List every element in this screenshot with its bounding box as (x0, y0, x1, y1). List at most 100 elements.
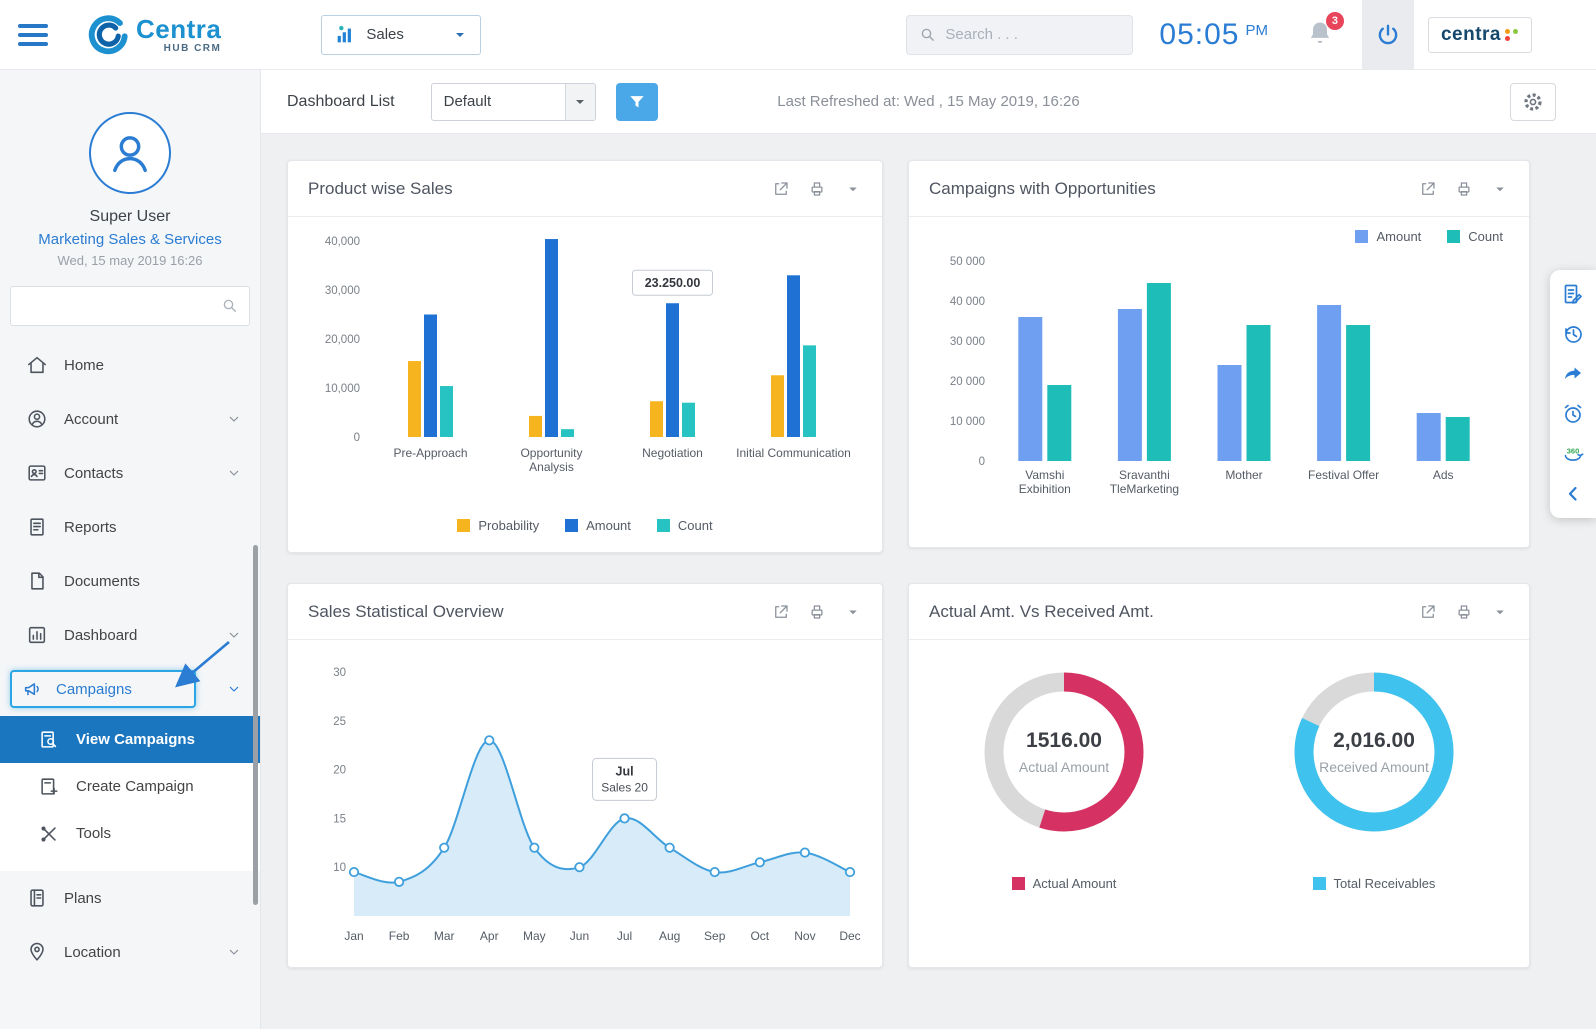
filter-button[interactable] (615, 82, 658, 121)
user-name: Super User (89, 208, 171, 225)
sidebar-item-label: View Campaigns (76, 731, 195, 748)
print-icon[interactable] (1455, 603, 1473, 621)
legend-label: Count (1468, 228, 1503, 244)
campaigns-icon (22, 678, 44, 700)
collapse-dock-icon[interactable] (1561, 482, 1585, 506)
card-title: Sales Statistical Overview (308, 601, 504, 621)
open-external-icon[interactable] (772, 603, 790, 621)
sidebar-item-plans[interactable]: Plans (0, 871, 260, 925)
legend-label: Amount (586, 518, 631, 533)
chevron-down-icon[interactable] (1491, 180, 1509, 198)
sidebar-item-label: Account (64, 410, 119, 428)
sidebar-item-home[interactable]: Home (0, 338, 260, 392)
open-external-icon[interactable] (1419, 180, 1437, 198)
svg-text:Jun: Jun (570, 929, 589, 943)
legend-item-count[interactable]: Count (1447, 229, 1503, 244)
sidebar-item-label: Location (64, 943, 121, 961)
global-search[interactable] (906, 14, 1134, 55)
svg-text:10 000: 10 000 (950, 416, 985, 428)
sidebar-item-documents[interactable]: Documents (0, 554, 260, 608)
chart-legend: Probability Amount Count (308, 518, 862, 533)
chevron-down-icon (564, 83, 595, 120)
location-icon (26, 941, 48, 963)
legend-item-probability[interactable]: Probability (457, 518, 539, 533)
reports-icon (26, 516, 48, 538)
sidebar-item-campaigns[interactable]: Campaigns (0, 662, 260, 716)
open-external-icon[interactable] (772, 180, 790, 198)
activity-log-icon[interactable] (1561, 282, 1585, 306)
history-icon[interactable] (1561, 322, 1585, 346)
sidebar-item-view-campaigns[interactable]: View Campaigns (0, 716, 260, 763)
sidebar-item-label: Home (64, 356, 105, 374)
sidebar-item-label: Dashboard (64, 626, 138, 644)
chevron-down-icon[interactable] (844, 603, 862, 621)
plans-icon (26, 887, 48, 909)
print-icon[interactable] (808, 603, 826, 621)
svg-text:30,000: 30,000 (325, 285, 360, 297)
logo-subtitle: HUB CRM (163, 42, 222, 54)
view-campaigns-icon (38, 729, 60, 751)
legend-item-amount[interactable]: Amount (1355, 229, 1421, 244)
legend-label: Actual Amount (1032, 876, 1117, 891)
sidebar-item-label: Plans (64, 889, 102, 907)
sidebar-item-reports[interactable]: Reports (0, 500, 260, 554)
dashboard-content: Product wise Sales 0 10,000 20,000 30,000 40… (261, 134, 1596, 968)
sidebar-scrollbar[interactable] (253, 545, 258, 905)
chevron-down-icon[interactable] (1491, 603, 1509, 621)
legend-swatch (565, 519, 579, 532)
svg-text:40,000: 40,000 (325, 236, 360, 248)
chevron-down-icon (452, 27, 468, 43)
legend-swatch (457, 519, 471, 532)
sidebar-item-account[interactable]: Account (0, 392, 260, 446)
svg-text:15: 15 (333, 813, 346, 825)
print-icon[interactable] (1455, 180, 1473, 198)
reminder-icon[interactable] (1561, 402, 1585, 426)
card-sales-statistical-overview: Sales Statistical Overview 10 15 20 25 30 Jan… (287, 583, 883, 968)
centrahub-logo: Centra HUB CRM (86, 13, 221, 57)
last-refreshed: Last Refreshed at: Wed , 15 May 2019, 16… (777, 93, 1080, 110)
sidebar: Super User Marketing Sales & Services We… (0, 70, 261, 1029)
sidebar-item-label: Documents (64, 572, 140, 590)
sidebar-menu: Home Account Contacts Reports Documents Dashb… (0, 338, 260, 979)
svg-text:Aug: Aug (659, 929, 680, 943)
sidebar-search[interactable] (10, 286, 250, 326)
legend-item-total-receivables[interactable]: Total Receivables (1312, 876, 1435, 891)
svg-text:May: May (523, 929, 546, 943)
legend-item-count[interactable]: Count (656, 518, 713, 533)
create-campaign-icon (38, 776, 60, 798)
chevron-down-icon (226, 465, 242, 481)
print-icon[interactable] (808, 180, 826, 198)
legend-label: Amount (1376, 228, 1422, 244)
card-product-wise-sales: Product wise Sales 0 10,000 20,000 30,000 40… (287, 160, 883, 553)
avatar[interactable] (89, 112, 171, 194)
logout-button[interactable] (1361, 0, 1414, 69)
share-icon[interactable] (1561, 362, 1585, 386)
svg-text:20 000: 20 000 (950, 376, 985, 388)
svg-text:40 000: 40 000 (950, 296, 985, 308)
svg-text:Ads: Ads (1433, 468, 1454, 482)
power-icon (1378, 24, 1398, 44)
module-selector[interactable]: Sales (321, 14, 482, 55)
open-external-icon[interactable] (1419, 603, 1437, 621)
dashboard-selector[interactable]: Default (430, 82, 596, 121)
view-360-icon[interactable]: 360 (1561, 442, 1585, 466)
settings-button[interactable] (1510, 82, 1556, 121)
sidebar-item-create-campaign[interactable]: Create Campaign (0, 763, 260, 810)
chevron-down-icon[interactable] (844, 180, 862, 198)
sidebar-item-location[interactable]: Location (0, 925, 260, 979)
notifications-button[interactable]: 3 (1306, 11, 1344, 51)
sidebar-item-label: Reports (64, 518, 117, 536)
centra-brand-logo: centra (1427, 16, 1532, 53)
legend-item-amount[interactable]: Amount (565, 518, 631, 533)
brand-name: centra (1440, 23, 1501, 45)
menu-icon[interactable] (18, 23, 48, 46)
legend-item-actual-amount[interactable]: Actual Amount (1011, 876, 1117, 891)
svg-text:Feb: Feb (389, 929, 410, 943)
sidebar-item-dashboard[interactable]: Dashboard (0, 608, 260, 662)
svg-text:Dec: Dec (839, 929, 860, 943)
sidebar-item-tools[interactable]: Tools (0, 810, 260, 857)
global-search-input[interactable] (945, 26, 1121, 43)
svg-text:20,000: 20,000 (325, 334, 360, 346)
sidebar-search-input[interactable] (21, 298, 221, 314)
sidebar-item-contacts[interactable]: Contacts (0, 446, 260, 500)
